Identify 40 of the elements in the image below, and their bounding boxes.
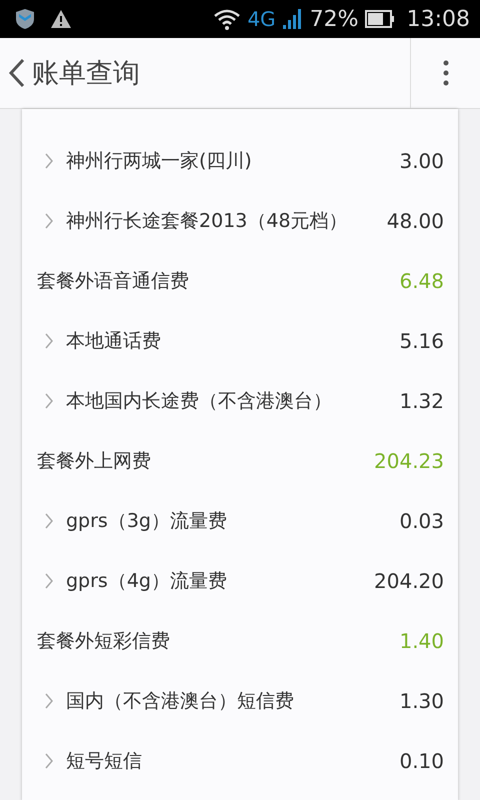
battery-icon — [364, 10, 395, 28]
chevron-right-icon — [44, 693, 54, 709]
item-amount: 204.20 — [374, 569, 444, 593]
item-label: gprs（3g）流量费 — [66, 509, 228, 534]
category-amount: 1.40 — [399, 629, 444, 653]
chevron-right-icon — [44, 573, 54, 589]
chevron-right-icon — [44, 213, 54, 229]
warning-icon — [50, 9, 72, 29]
category-amount: 204.23 — [374, 449, 444, 473]
more-icon — [442, 60, 448, 86]
category-amount: 6.48 — [399, 269, 444, 293]
chevron-right-icon — [44, 513, 54, 529]
item-label: 神州行长途套餐2013（48元档） — [66, 209, 349, 234]
signal-icon — [282, 8, 304, 30]
wifi-icon — [213, 8, 242, 30]
chevron-right-icon — [44, 333, 54, 349]
item-amount: 0.10 — [399, 749, 444, 773]
item-label: 本地通话费 — [66, 329, 162, 354]
category-label: 套餐外上网费 — [37, 449, 152, 474]
item-amount: 5.16 — [399, 329, 444, 353]
chevron-right-icon — [44, 753, 54, 769]
network-type: 4G — [247, 7, 276, 31]
shield-icon — [14, 8, 36, 30]
item-amount: 1.32 — [399, 389, 444, 413]
item-amount: 0.03 — [399, 509, 444, 533]
page-title: 账单查询 — [32, 57, 141, 91]
battery-percent: 72% — [310, 6, 359, 32]
chevron-right-icon — [44, 153, 54, 169]
item-label: 神州行两城一家(四川) — [66, 149, 253, 174]
category-label: 套餐外短彩信费 — [37, 629, 171, 654]
category-label: 套餐外语音通信费 — [37, 269, 190, 294]
item-amount: 48.00 — [386, 209, 444, 233]
chevron-right-icon — [44, 393, 54, 409]
item-label: gprs（4g）流量费 — [66, 569, 228, 594]
item-amount: 1.30 — [399, 689, 444, 713]
item-label: 国内（不含港澳台）短信费 — [66, 689, 295, 714]
clock: 13:08 — [406, 6, 470, 32]
item-amount: 3.00 — [399, 149, 444, 173]
item-label: 短号短信 — [66, 749, 143, 774]
item-label: 本地国内长途费（不含港澳台） — [66, 389, 333, 414]
